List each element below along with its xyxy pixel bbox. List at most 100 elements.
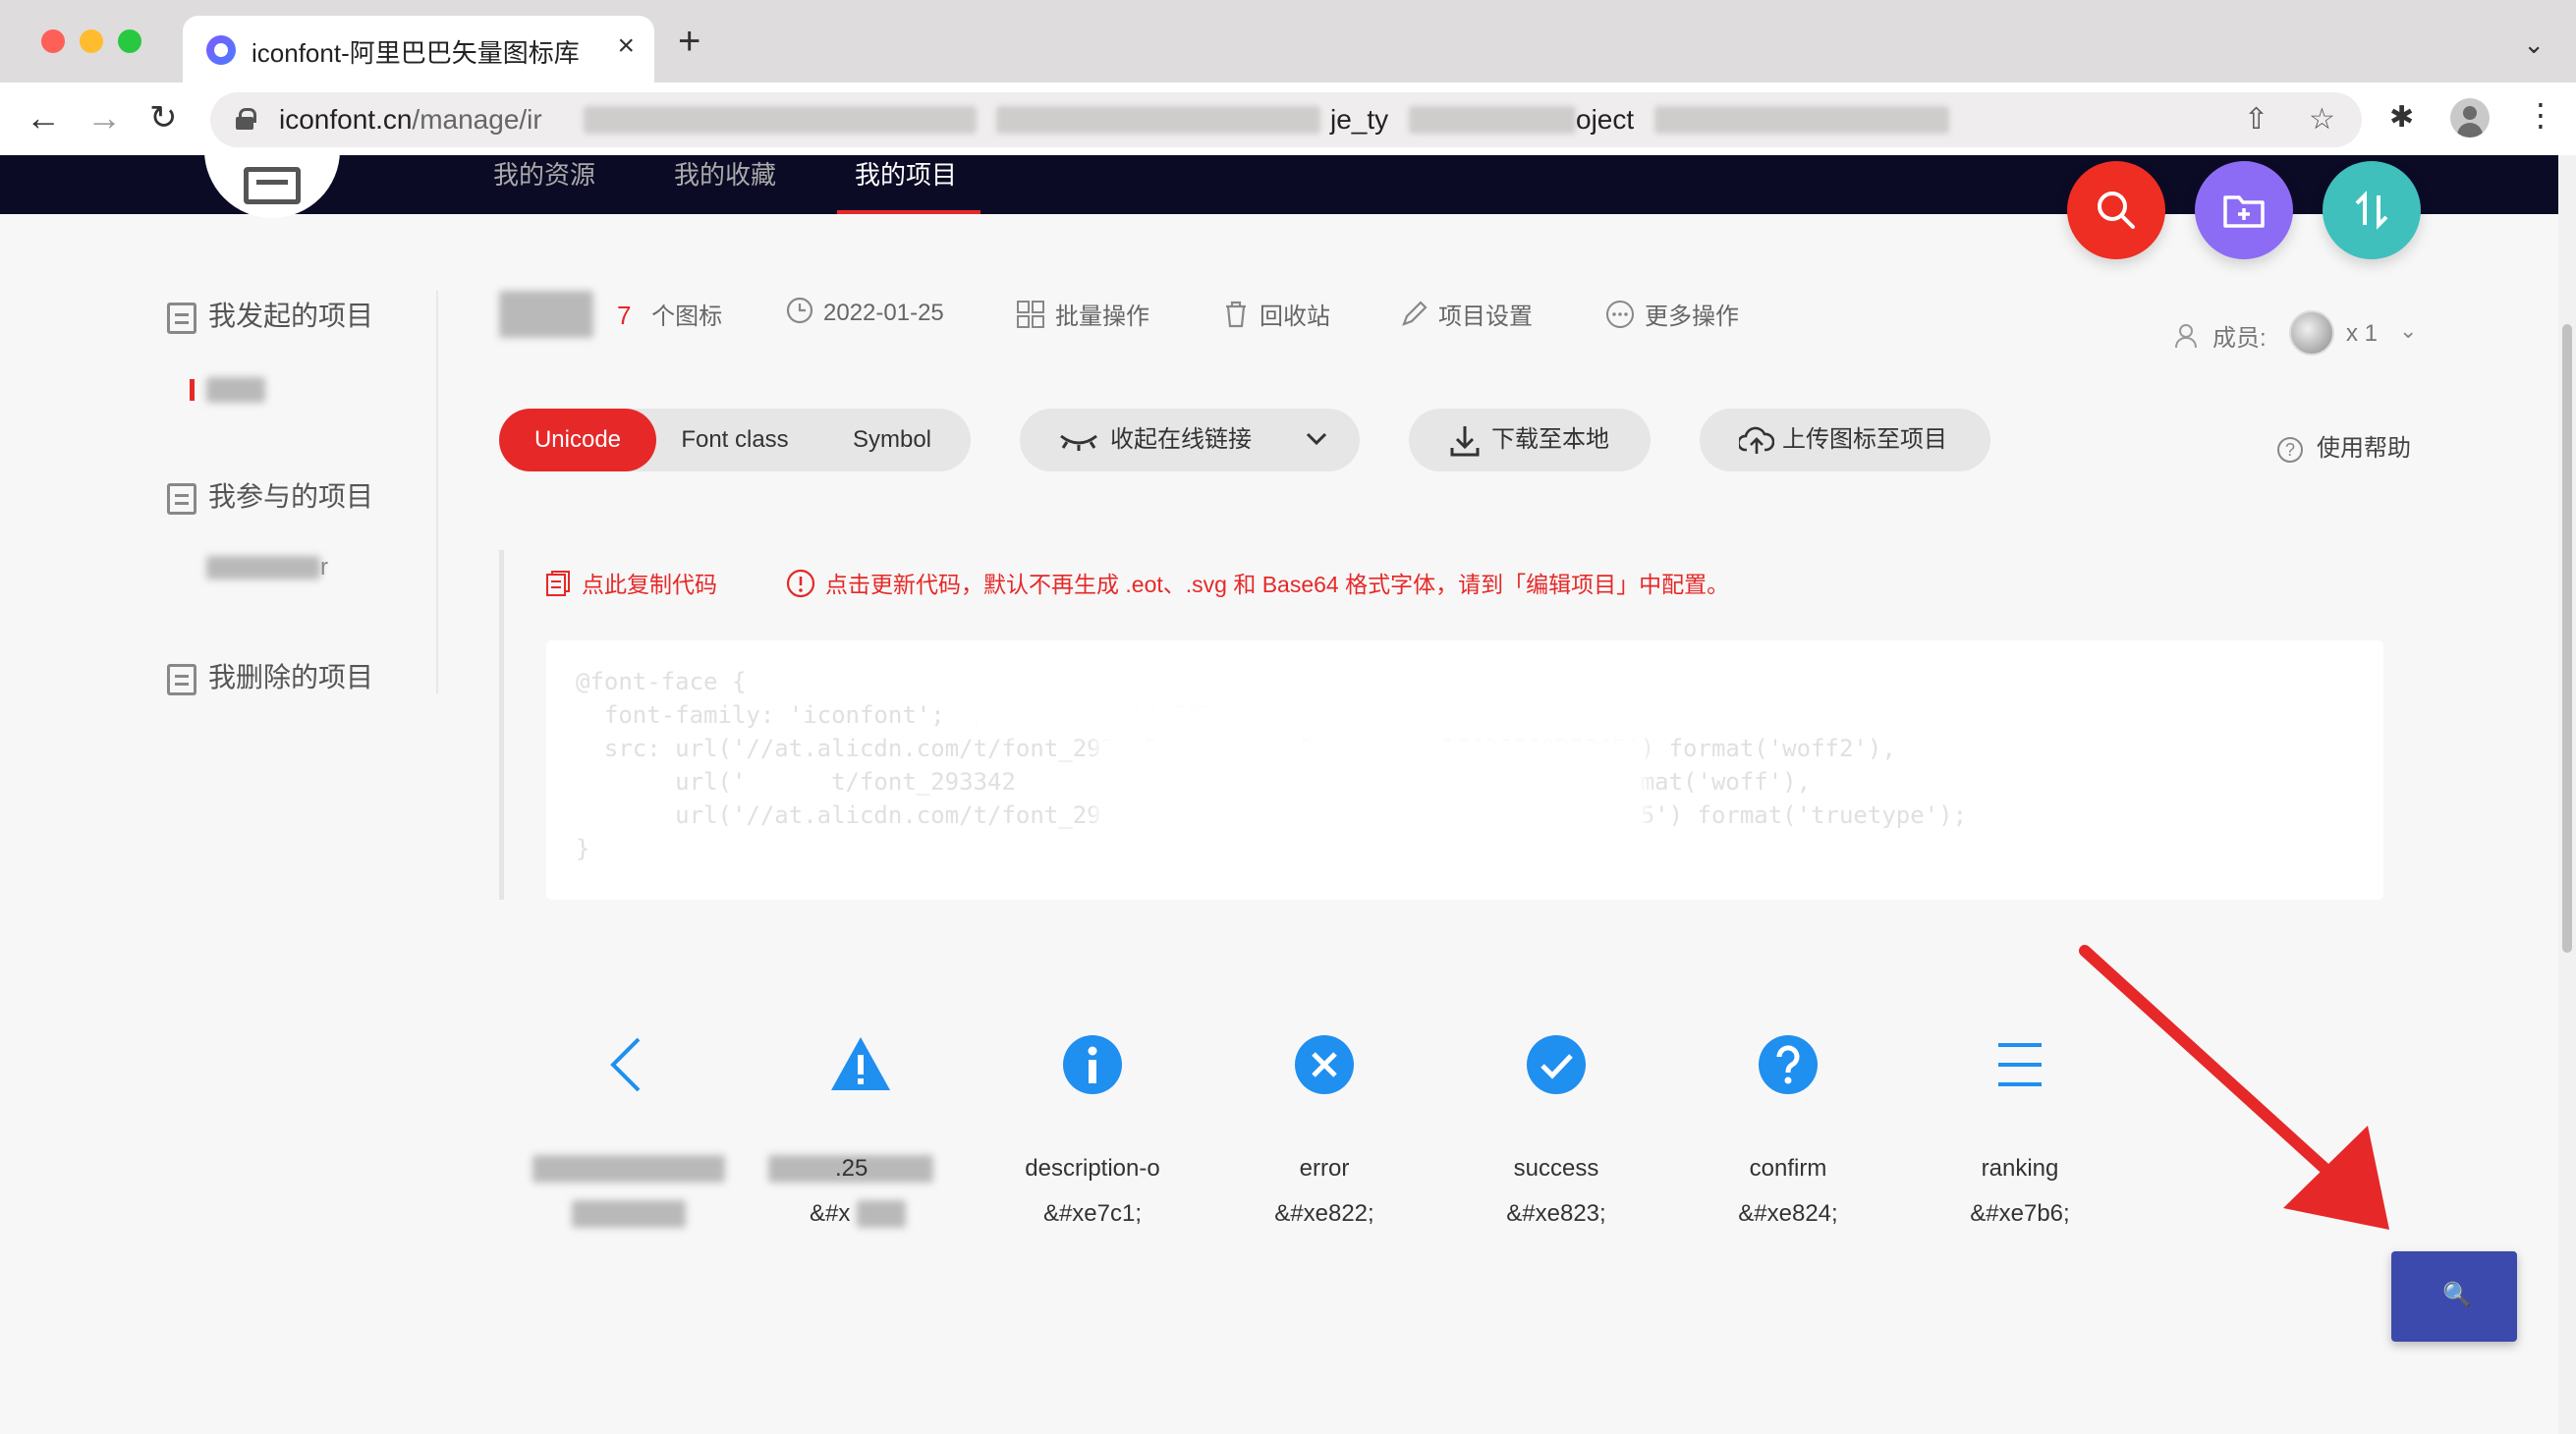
window-close-button[interactable] bbox=[41, 29, 65, 53]
doc-delete-icon bbox=[167, 663, 196, 695]
icon-name: error bbox=[1299, 1155, 1350, 1182]
browser-toolbar: ← → ↻ iconfont.cn/manage/ir je_ty oject … bbox=[0, 83, 2576, 155]
sidebar-section-label: 我发起的项目 bbox=[208, 301, 374, 331]
icon-code: &#xe823; bbox=[1506, 1200, 1606, 1227]
help-link[interactable]: ? 使用帮助 bbox=[2277, 428, 2411, 463]
more-icon bbox=[1605, 300, 1635, 336]
users-icon bbox=[2173, 321, 2203, 358]
sidebar-my-created-projects[interactable]: 我发起的项目 bbox=[167, 295, 373, 334]
project-date: 2022-01-25 bbox=[786, 297, 944, 331]
sort-icon bbox=[2355, 191, 2388, 230]
chevron-left-icon bbox=[610, 1037, 641, 1092]
sidebar-my-deleted-projects[interactable]: 我删除的项目 bbox=[167, 656, 373, 695]
font-face-code[interactable]: @font-face { font-family: 'iconfont'; /*… bbox=[546, 640, 2383, 900]
download-local-button[interactable]: 下载至本地 bbox=[1409, 409, 1651, 471]
icon-card[interactable]: success &#xe823; bbox=[1448, 1021, 1664, 1247]
copy-code-label: 点此复制代码 bbox=[582, 572, 717, 597]
chevron-down-icon[interactable]: ⌄ bbox=[2399, 318, 2417, 344]
box-icon bbox=[244, 167, 301, 204]
share-icon[interactable]: ⇧ bbox=[2244, 102, 2268, 137]
copy-icon bbox=[544, 569, 572, 604]
sidebar-item-suffix: r bbox=[320, 554, 328, 580]
site-header bbox=[0, 155, 2558, 214]
reload-icon[interactable]: ↻ bbox=[149, 94, 178, 141]
copy-code-link[interactable]: 点此复制代码 bbox=[544, 566, 717, 604]
nav-my-resources[interactable]: 我的资源 bbox=[493, 155, 595, 192]
update-code-label: 点击更新代码，默认不再生成 .eot、.svg 和 Base64 格式字体，请到… bbox=[825, 572, 1730, 597]
float-search-button[interactable] bbox=[2067, 161, 2165, 259]
url-fragment: je_ty bbox=[1330, 104, 1389, 135]
active-project-marker bbox=[190, 379, 195, 401]
favicon-icon bbox=[206, 35, 236, 65]
tab-font-class[interactable]: Font class bbox=[656, 409, 813, 471]
url-redacted bbox=[584, 106, 977, 134]
sidebar-my-joined-projects[interactable]: 我参与的项目 bbox=[167, 475, 373, 515]
grid-icon bbox=[1016, 300, 1045, 336]
batch-operation-button[interactable]: 批量操作 bbox=[1016, 297, 1149, 336]
lock-icon[interactable] bbox=[236, 108, 256, 130]
search-icon bbox=[2098, 192, 2135, 229]
float-add-folder-button[interactable] bbox=[2195, 161, 2293, 259]
extensions-icon[interactable]: ✱ bbox=[2389, 100, 2414, 135]
members-label: 成员: bbox=[2212, 325, 2267, 352]
browser-menu-icon[interactable]: ⋮ bbox=[2525, 96, 2556, 134]
new-tab-button[interactable]: + bbox=[678, 22, 700, 61]
icon-card[interactable]: confirm &#xe824; bbox=[1680, 1021, 1896, 1247]
project-settings-button[interactable]: 项目设置 bbox=[1399, 297, 1533, 336]
forward-icon[interactable]: → bbox=[86, 94, 122, 141]
address-bar[interactable]: iconfont.cn/manage/ir je_ty oject ⇧ ☆ bbox=[210, 92, 2362, 147]
icon-name: description-o bbox=[1025, 1155, 1160, 1182]
sidebar-item-project[interactable] bbox=[206, 377, 265, 403]
recycle-bin-button[interactable]: 回收站 bbox=[1222, 297, 1330, 336]
clock-icon bbox=[786, 297, 813, 331]
annotation-arrow-icon bbox=[2079, 945, 2389, 1230]
code-type-tabs: Unicode Font class Symbol bbox=[499, 409, 971, 471]
icon-card[interactable]: .25 &#x bbox=[753, 1021, 969, 1247]
doc-edit-icon bbox=[167, 302, 196, 334]
url-text: iconfont.cn/manage/ir bbox=[279, 104, 542, 136]
search-icon: 🔍 bbox=[2442, 1282, 2472, 1308]
bookmark-star-icon[interactable]: ☆ bbox=[2309, 102, 2335, 137]
icon-card[interactable] bbox=[521, 1021, 737, 1247]
sidebar-item-joined-project[interactable] bbox=[206, 556, 320, 579]
code-redacted bbox=[1096, 735, 1647, 843]
update-code-link[interactable]: 点击更新代码，默认不再生成 .eot、.svg 和 Base64 格式字体，请到… bbox=[786, 566, 1729, 604]
url-fragment: oject bbox=[1576, 104, 1635, 135]
cloud-upload-icon bbox=[1737, 409, 1775, 496]
members[interactable]: 成员: bbox=[2173, 318, 2267, 358]
tab-symbol[interactable]: Symbol bbox=[813, 409, 971, 471]
icon-name: confirm bbox=[1749, 1155, 1827, 1182]
icon-card[interactable]: error &#xe822; bbox=[1216, 1021, 1432, 1247]
scrollbar-thumb[interactable] bbox=[2562, 324, 2572, 953]
nav-my-favorites[interactable]: 我的收藏 bbox=[674, 155, 776, 192]
upload-icons-button[interactable]: 上传图标至项目 bbox=[1700, 409, 1990, 471]
back-icon[interactable]: ← bbox=[26, 94, 61, 141]
floating-search-button[interactable]: 🔍 bbox=[2391, 1251, 2517, 1342]
icon-count-value: 7 bbox=[617, 301, 632, 330]
nav-active-indicator bbox=[837, 210, 980, 214]
nav-my-projects[interactable]: 我的项目 bbox=[855, 155, 957, 192]
tab-unicode[interactable]: Unicode bbox=[499, 409, 656, 471]
success-icon bbox=[1527, 1035, 1586, 1094]
tab-search-chevron-icon[interactable]: ⌄ bbox=[2523, 29, 2545, 60]
warning-icon bbox=[831, 1037, 890, 1090]
float-sort-button[interactable] bbox=[2323, 161, 2421, 259]
icon-card[interactable]: description-o &#xe7c1; bbox=[984, 1021, 1201, 1247]
code-line: } bbox=[576, 835, 590, 862]
batch-operation-label: 批量操作 bbox=[1055, 303, 1149, 330]
url-domain: iconfont.cn bbox=[279, 104, 413, 135]
member-count: x 1 bbox=[2346, 320, 2379, 347]
download-local-label: 下载至本地 bbox=[1491, 426, 1609, 453]
folder-add-icon bbox=[2223, 195, 2265, 228]
code-left-border bbox=[499, 550, 504, 900]
window-minimize-button[interactable] bbox=[80, 29, 103, 53]
collapse-online-link-button[interactable]: 收起在线链接 bbox=[1020, 409, 1360, 471]
profile-avatar-icon[interactable] bbox=[2450, 98, 2490, 138]
browser-tab[interactable]: iconfont-阿里巴巴矢量图标库 × bbox=[183, 16, 654, 83]
member-avatar[interactable] bbox=[2289, 310, 2334, 356]
project-settings-label: 项目设置 bbox=[1438, 303, 1533, 330]
tab-close-icon[interactable]: × bbox=[617, 29, 635, 63]
tab-title: iconfont-阿里巴巴矢量图标库 bbox=[252, 38, 580, 68]
more-operations-button[interactable]: 更多操作 bbox=[1605, 297, 1739, 336]
window-zoom-button[interactable] bbox=[118, 29, 141, 53]
